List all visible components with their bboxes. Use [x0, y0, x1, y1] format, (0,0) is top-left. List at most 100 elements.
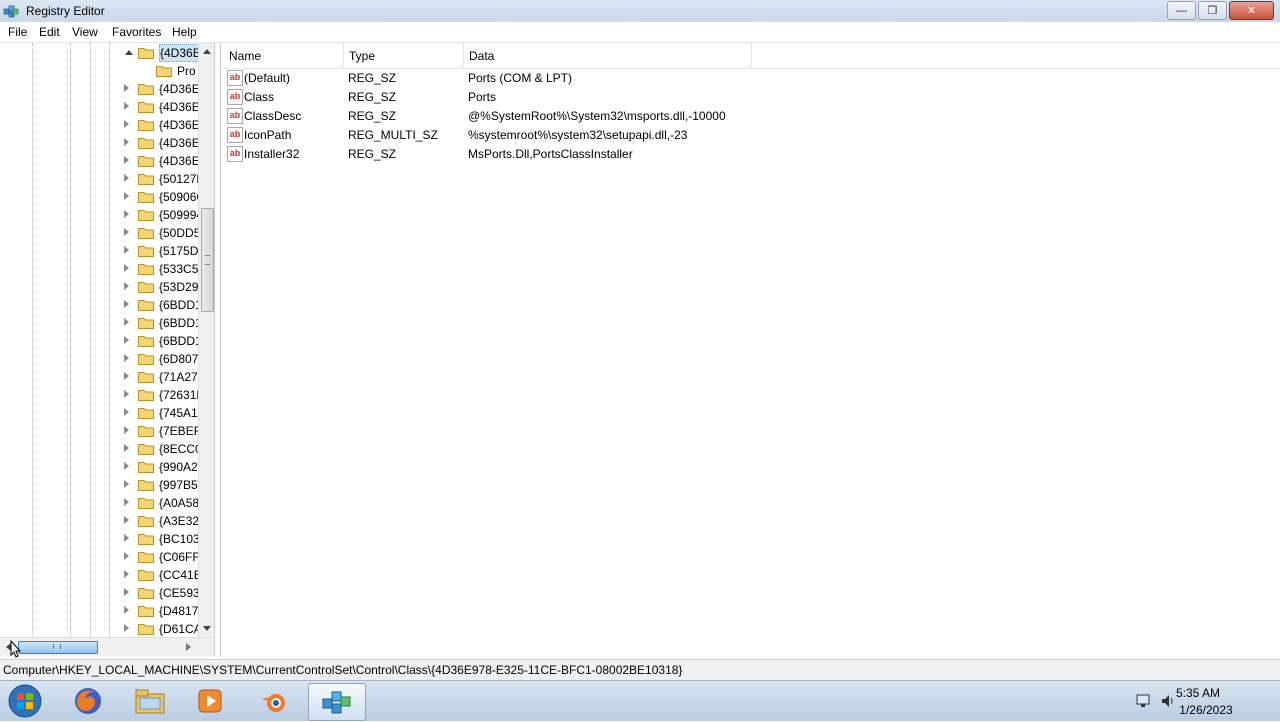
column-divider[interactable]	[463, 43, 464, 68]
tree-item[interactable]: {533C5I	[120, 260, 200, 278]
tree-item[interactable]: {6BDD1	[120, 314, 200, 332]
tree-item[interactable]: {4D36E	[120, 80, 200, 98]
expand-arrow-icon[interactable]	[124, 624, 129, 632]
expand-arrow-icon[interactable]	[124, 426, 129, 434]
tree-item[interactable]: {A3E32I	[120, 512, 200, 530]
tree-item[interactable]: {71A27	[120, 368, 200, 386]
taskbar-file-explorer[interactable]	[122, 683, 178, 719]
column-header-type[interactable]: Type	[349, 49, 375, 63]
tree-item[interactable]: {C06FF2	[120, 548, 200, 566]
expand-arrow-icon[interactable]	[124, 390, 129, 398]
value-row[interactable]: ab ClassDesc REG_SZ @%SystemRoot%\System32\…	[221, 107, 981, 126]
scroll-up-arrow-icon[interactable]	[203, 49, 211, 54]
tree-item[interactable]: {D4817	[120, 602, 200, 620]
tree-horizontal-scrollbar[interactable]	[0, 637, 214, 656]
expand-arrow-icon[interactable]	[124, 570, 129, 578]
expand-arrow-icon[interactable]	[124, 552, 129, 560]
tree-item[interactable]: {BC103	[120, 530, 200, 548]
expand-arrow-icon[interactable]	[124, 318, 129, 326]
expand-arrow-icon[interactable]	[124, 588, 129, 596]
tree-item[interactable]: {5175D3	[120, 242, 200, 260]
network-icon[interactable]	[1136, 693, 1152, 709]
expand-arrow-icon[interactable]	[124, 354, 129, 362]
scroll-down-arrow-icon[interactable]	[203, 626, 211, 631]
expand-arrow-icon[interactable]	[124, 228, 129, 236]
column-divider[interactable]	[751, 43, 752, 68]
tree-item[interactable]: {509994	[120, 206, 200, 224]
expand-arrow-icon[interactable]	[124, 84, 129, 92]
collapse-arrow-icon[interactable]	[125, 50, 133, 55]
value-row[interactable]: ab IconPath REG_MULTI_SZ %systemroot%\syste…	[221, 126, 981, 145]
expand-arrow-icon[interactable]	[124, 192, 129, 200]
tree-item[interactable]: {745A1	[120, 404, 200, 422]
tree-item[interactable]: {53D29I	[120, 278, 200, 296]
tree-vertical-scrollbar[interactable]	[198, 43, 214, 637]
tree-item[interactable]: {4D36E	[120, 134, 200, 152]
tree-item[interactable]: {997B5I	[120, 476, 200, 494]
tree-item[interactable]: {50DD5	[120, 224, 200, 242]
key-tree-pane[interactable]: {4D36E Pro {4D36E {4D36E {4D36E {4D36E {4D36E{…	[0, 43, 215, 657]
expand-arrow-icon[interactable]	[124, 534, 129, 542]
expand-arrow-icon[interactable]	[124, 444, 129, 452]
tree-item-selected[interactable]: {4D36E	[120, 44, 201, 62]
scroll-right-arrow-icon[interactable]	[186, 643, 191, 651]
values-list-pane[interactable]: Name Type Data ab (Default) REG_SZ Ports (C…	[220, 43, 1280, 657]
column-header-name[interactable]: Name	[229, 49, 261, 63]
taskbar-media-player[interactable]	[182, 683, 238, 719]
expand-arrow-icon[interactable]	[124, 408, 129, 416]
tree-item[interactable]: {990A2I	[120, 458, 200, 476]
expand-arrow-icon[interactable]	[124, 336, 129, 344]
menu-file[interactable]: File	[8, 25, 27, 39]
tree-item[interactable]: {7EBEFI	[120, 422, 200, 440]
tree-item[interactable]: {4D36E	[120, 116, 200, 134]
value-row[interactable]: ab Installer32 REG_SZ MsPorts.Dll,PortsClas…	[221, 145, 981, 164]
clock-time[interactable]: 5:35 AM	[1158, 686, 1238, 700]
value-row[interactable]: ab Class REG_SZ Ports	[221, 88, 981, 107]
expand-arrow-icon[interactable]	[124, 138, 129, 146]
expand-arrow-icon[interactable]	[124, 300, 129, 308]
expand-arrow-icon[interactable]	[124, 102, 129, 110]
expand-arrow-icon[interactable]	[124, 156, 129, 164]
menu-edit[interactable]: Edit	[39, 25, 60, 39]
clock-date[interactable]: 1/26/2023	[1166, 703, 1246, 717]
menu-help[interactable]: Help	[172, 25, 197, 39]
tree-item[interactable]: {6BDD1	[120, 332, 200, 350]
value-row[interactable]: ab (Default) REG_SZ Ports (COM & LPT)	[221, 69, 981, 88]
expand-arrow-icon[interactable]	[124, 264, 129, 272]
minimize-button[interactable]: —	[1167, 1, 1196, 20]
expand-arrow-icon[interactable]	[124, 372, 129, 380]
tree-item[interactable]: {6D8078	[120, 350, 200, 368]
title-bar[interactable]: Registry Editor — ❐ ✕	[0, 0, 1280, 23]
tree-item[interactable]: {D61CA	[120, 620, 200, 638]
expand-arrow-icon[interactable]	[124, 210, 129, 218]
expand-arrow-icon[interactable]	[124, 462, 129, 470]
tree-item[interactable]: {4D36E	[120, 98, 200, 116]
tree-item[interactable]: {CC41E	[120, 566, 200, 584]
tree-item[interactable]: {8ECC0	[120, 440, 200, 458]
column-header-data[interactable]: Data	[469, 49, 494, 63]
tree-item[interactable]: {50127D	[120, 170, 200, 188]
menu-favorites[interactable]: Favorites	[112, 25, 161, 39]
start-button[interactable]	[6, 683, 44, 719]
expand-arrow-icon[interactable]	[124, 174, 129, 182]
tree-item[interactable]: {A0A58	[120, 494, 200, 512]
close-button[interactable]: ✕	[1229, 1, 1274, 20]
tree-item[interactable]: {50906C	[120, 188, 200, 206]
taskbar-registry-editor[interactable]	[308, 683, 366, 721]
expand-arrow-icon[interactable]	[124, 480, 129, 488]
taskbar-firefox[interactable]	[60, 683, 116, 719]
menu-view[interactable]: View	[72, 25, 98, 39]
tree-item[interactable]: {CE593	[120, 584, 200, 602]
tree-item[interactable]: {72631E	[120, 386, 200, 404]
vertical-scroll-thumb[interactable]	[201, 208, 214, 312]
taskbar-blender[interactable]	[246, 683, 302, 719]
tree-item[interactable]: {4D36E	[120, 152, 200, 170]
horizontal-scroll-thumb[interactable]	[18, 641, 98, 654]
expand-arrow-icon[interactable]	[124, 282, 129, 290]
expand-arrow-icon[interactable]	[124, 606, 129, 614]
expand-arrow-icon[interactable]	[124, 120, 129, 128]
maximize-button[interactable]: ❐	[1198, 1, 1227, 20]
column-divider[interactable]	[343, 43, 344, 68]
expand-arrow-icon[interactable]	[124, 516, 129, 524]
expand-arrow-icon[interactable]	[124, 498, 129, 506]
